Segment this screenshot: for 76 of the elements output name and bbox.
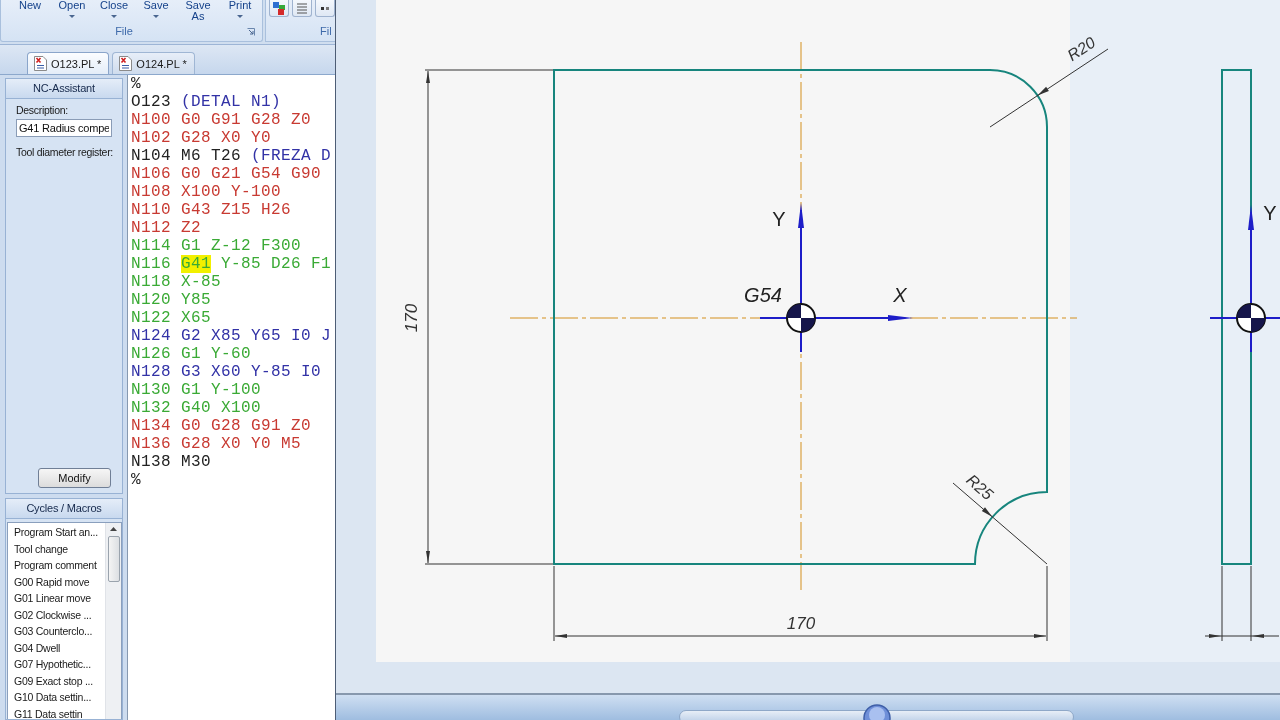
code-line: % [131, 471, 141, 489]
caret-icon [153, 15, 159, 18]
scrollbar-thumb[interactable] [107, 536, 120, 582]
radius-label: R25 [963, 471, 997, 504]
macro-list-item[interactable]: G11 Data settin [8, 705, 105, 720]
ribbon-button[interactable]: Open [51, 0, 93, 22]
caret-icon [237, 15, 243, 18]
ribbon-button[interactable]: Print [219, 0, 261, 22]
dimension-text: 170 [786, 614, 816, 633]
ribbon-button[interactable]: Close [93, 0, 135, 22]
document-icon [119, 56, 133, 71]
code-line: N136 G28 X0 Y0 M5 [131, 435, 302, 453]
dialog-launcher-icon[interactable] [247, 27, 255, 36]
code-line: N106 G0 G21 G54 G90 [131, 165, 322, 183]
file-tab[interactable]: O123.PL * [27, 52, 110, 74]
code-line: N124 G2 X85 Y65 I0 J [131, 327, 332, 345]
panel-title: NC-Assistant [6, 79, 122, 99]
ribbon-button[interactable]: New [9, 0, 51, 22]
code-line: N138 M30 [131, 453, 211, 471]
group-label: Fil [320, 25, 333, 38]
code-line: N130 G1 Y-100 [131, 381, 262, 399]
caret-icon [69, 15, 75, 18]
panel-title: Cycles / Macros [6, 499, 122, 519]
code-line: N122 X65 [131, 309, 211, 327]
document-icon [34, 56, 47, 71]
code-line: N110 G43 Z15 H26 [131, 201, 292, 219]
macro-list-item[interactable]: Program Start an... [8, 524, 105, 541]
origin-label: G54 [744, 284, 782, 306]
ribbon-button[interactable]: Save [135, 0, 177, 22]
description-field[interactable]: G41 Radius compe [16, 119, 112, 137]
code-line: N134 G0 G28 G91 Z0 [131, 417, 312, 435]
code-line: O123 (DETAL N1) [131, 93, 282, 111]
code-line: % [131, 75, 141, 93]
code-line: N126 G1 Y-60 [131, 345, 252, 363]
color-squares-icon [272, 1, 286, 15]
code-line: N108 X100 Y-100 [131, 183, 282, 201]
ribbon-button[interactable] [315, 0, 335, 17]
modify-button[interactable]: Modify [38, 468, 111, 488]
dimension-text: 170 [402, 303, 422, 333]
caret-icon [111, 15, 117, 18]
code-line: N118 X-85 [131, 273, 221, 291]
field-label: Tool diameter register: [16, 146, 113, 159]
code-line: N120 Y85 [131, 291, 211, 309]
macro-list-item[interactable]: G09 Exact stop ... [8, 672, 105, 689]
macro-list-item[interactable]: G00 Rapid move [8, 573, 105, 590]
ribbon-button[interactable]: Save As [177, 0, 219, 22]
code-line: N116 G41 Y-85 D26 F1 [131, 255, 332, 273]
origin-marker-icon [1236, 303, 1266, 333]
axis-label: Y [772, 208, 786, 230]
code-line: N114 G1 Z-12 F300 [131, 237, 302, 255]
code-line: N112 Z2 [131, 219, 201, 237]
macro-list-item[interactable]: G10 Data settin... [8, 689, 105, 706]
code-line: N100 G0 G91 G28 Z0 [131, 111, 312, 129]
axis-label: X [893, 284, 907, 306]
macro-list-item[interactable]: Tool change [8, 540, 105, 557]
group-label: File [114, 25, 134, 38]
scrollbar[interactable] [105, 523, 121, 719]
field-label: Description: [16, 104, 68, 117]
code-line: N128 G3 X60 Y-85 I0 [131, 363, 322, 381]
macro-list-item[interactable]: G07 Hypothetic... [8, 656, 105, 673]
code-editor[interactable] [127, 75, 335, 720]
origin-marker-icon [786, 303, 816, 333]
macro-list-item[interactable]: G04 Dwell [8, 639, 105, 656]
radius-label: R20 [1064, 33, 1099, 65]
list-icon [296, 2, 308, 14]
code-line: N102 G28 X0 Y0 [131, 129, 272, 147]
file-tab[interactable]: O124.PL * [112, 52, 195, 74]
code-line: N132 G40 X100 [131, 399, 262, 417]
axis-label: Y [1263, 202, 1277, 224]
bottom-toolbar[interactable] [679, 710, 1074, 720]
macro-list-item[interactable]: G01 Linear move [8, 590, 105, 607]
macro-list-item[interactable]: G03 Counterclo... [8, 623, 105, 640]
macro-list-item[interactable]: G02 Clockwise ... [8, 606, 105, 623]
macro-list-item[interactable]: Program comment [8, 557, 105, 574]
up-arrow-icon[interactable] [110, 527, 117, 531]
code-line: N104 M6 T26 (FREZA D [131, 147, 332, 165]
